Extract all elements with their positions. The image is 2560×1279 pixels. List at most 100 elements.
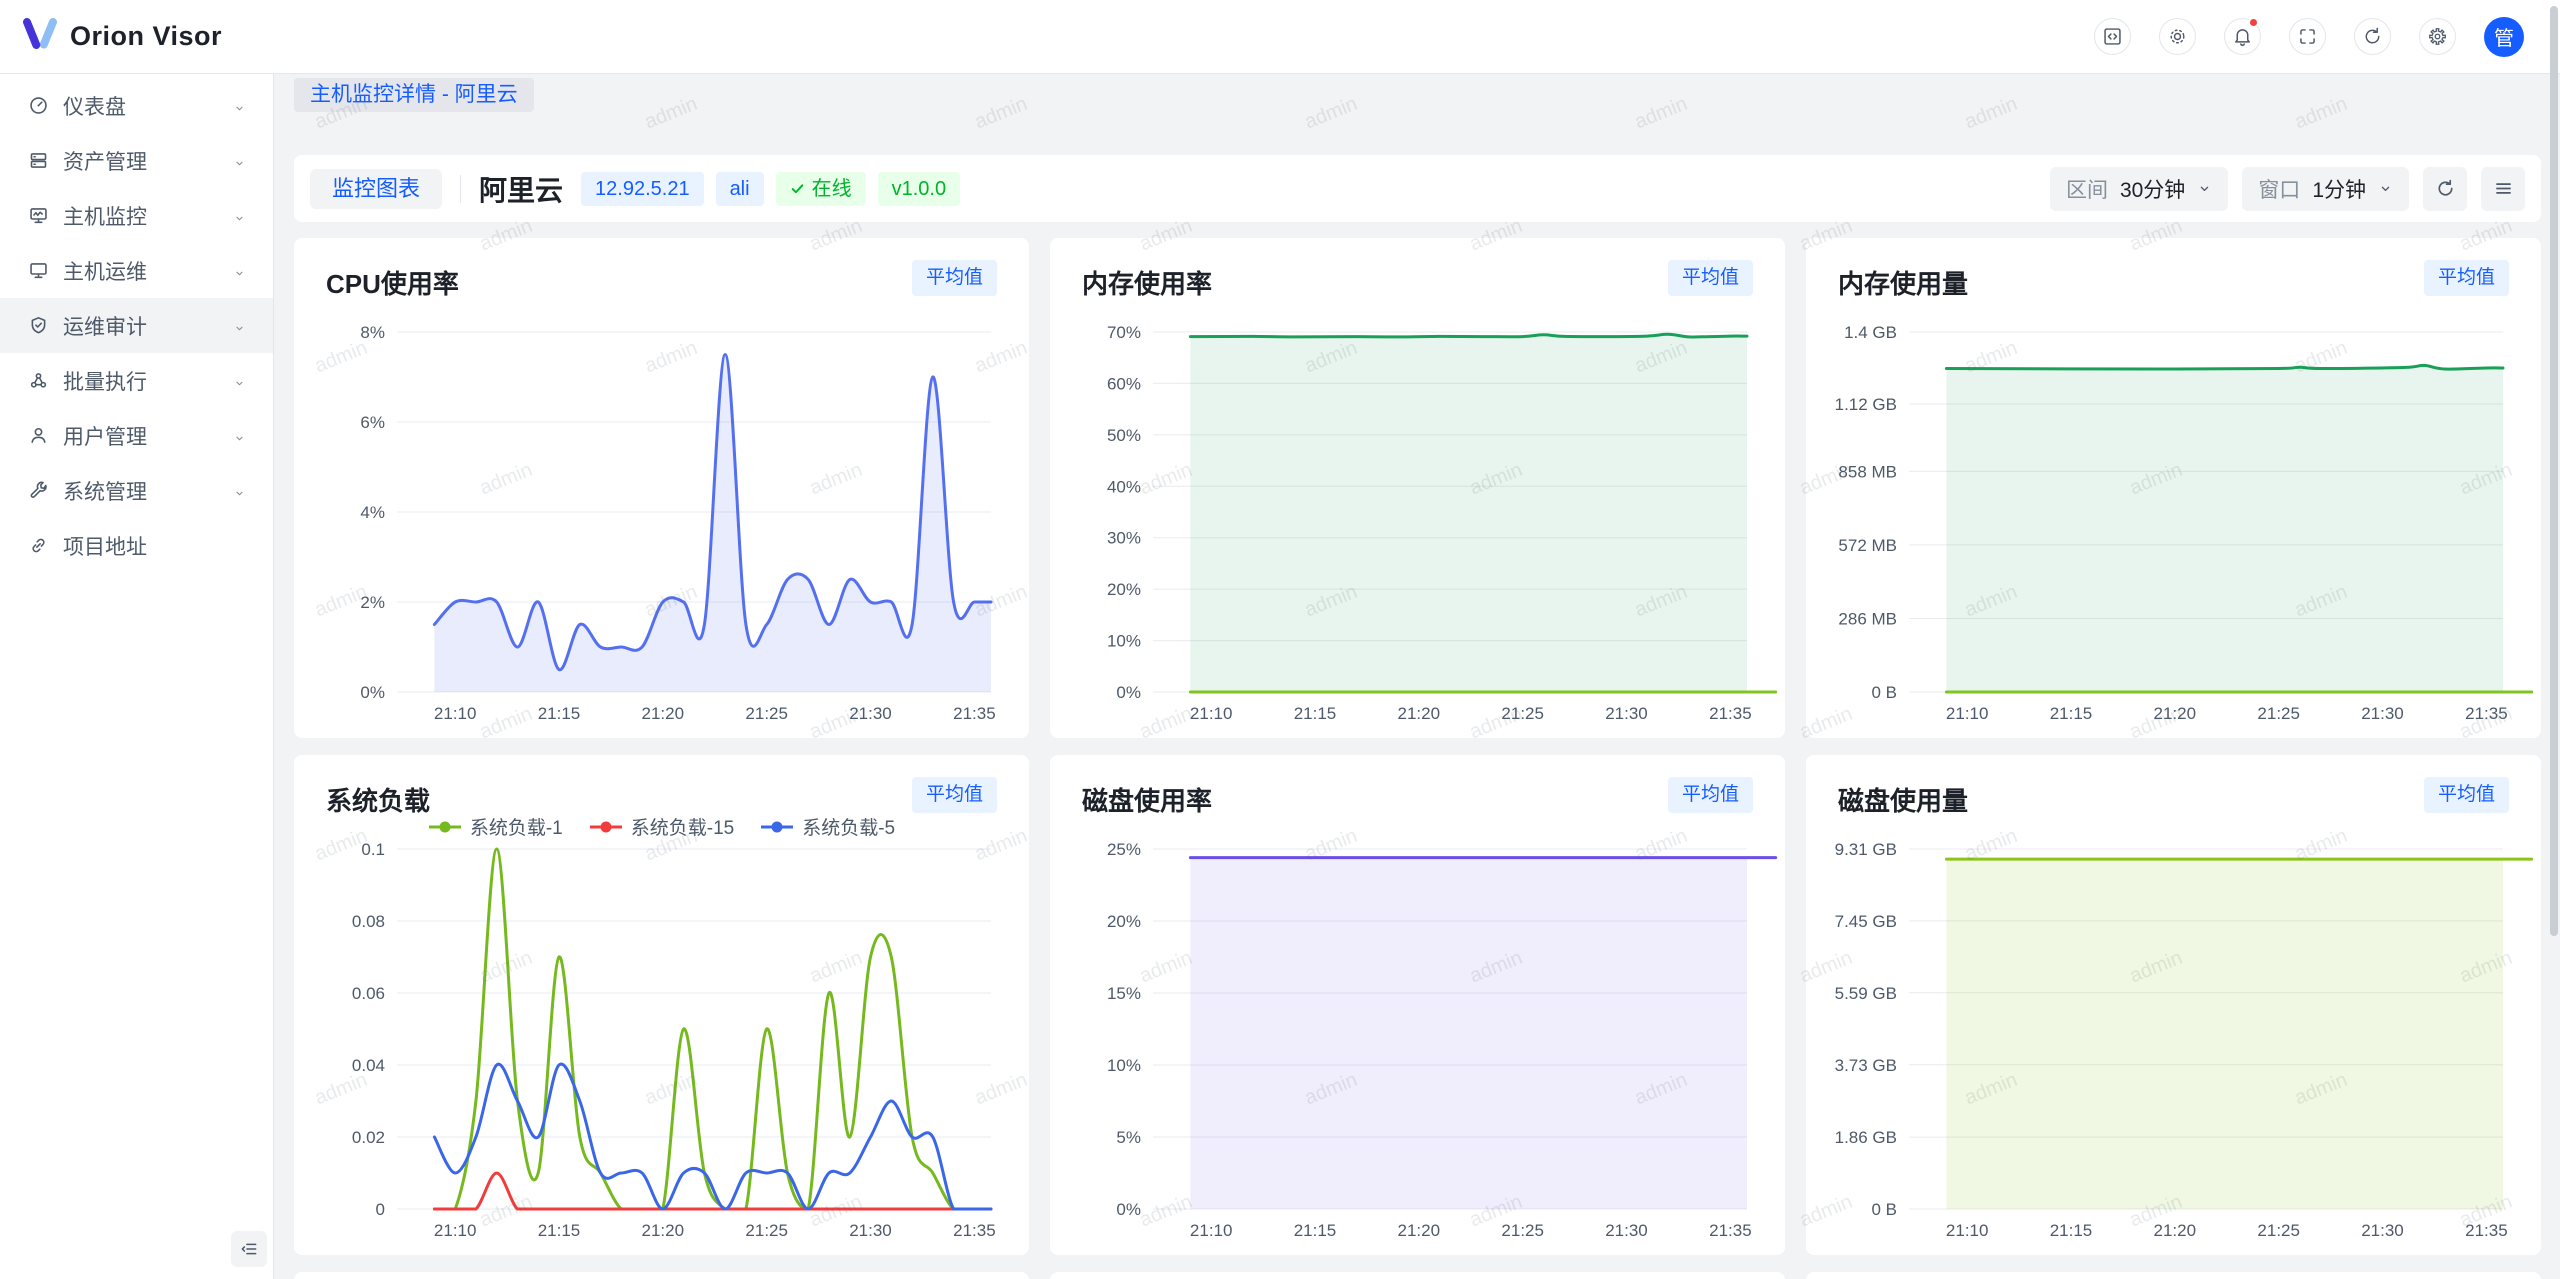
avatar[interactable]: 管: [2484, 17, 2524, 57]
sidebar-item-label: 项目地址: [63, 531, 247, 561]
sidebar-item-label: 运维审计: [63, 311, 232, 341]
y-axis-tick-label: 0%: [360, 683, 385, 702]
host-tags: 12.92.5.21ali在线v1.0.0: [581, 172, 972, 206]
page-scrollbar[interactable]: [2550, 6, 2558, 936]
chart-plot-memory-usage-amount[interactable]: 0 B286 MB572 MB858 MB1.12 GB1.4 GB21:102…: [1806, 238, 2541, 738]
chart-plot-disk-usage-rate[interactable]: 0%5%10%15%20%25%21:1021:1521:2021:2521:3…: [1050, 755, 1785, 1255]
charts-grid: CPU使用率平均值0%2%4%6%8%21:1021:1521:2021:252…: [294, 238, 2541, 1279]
settings-button[interactable]: [2419, 18, 2456, 55]
x-axis-tick-label: 21:20: [1398, 704, 1441, 723]
range-select-label: 区间: [2066, 174, 2108, 204]
sidebar-collapse-button[interactable]: [231, 1231, 267, 1267]
y-axis-tick-label: 0 B: [1871, 683, 1897, 702]
y-axis-tick-label: 20%: [1107, 580, 1141, 599]
x-axis-tick-label: 21:30: [1605, 1221, 1648, 1240]
sidebar-item-label: 主机运维: [63, 256, 232, 286]
y-axis-tick-label: 1.12 GB: [1835, 395, 1897, 414]
sidebar-item-ops-audit[interactable]: 运维审计: [0, 298, 273, 353]
sidebar-item-label: 资产管理: [63, 146, 232, 176]
y-axis-tick-label: 2%: [360, 593, 385, 612]
sidebar-item-host-monitor[interactable]: 主机监控: [0, 188, 273, 243]
x-axis-tick-label: 21:35: [1709, 1221, 1752, 1240]
x-axis-tick-label: 21:25: [1501, 1221, 1544, 1240]
x-axis-tick-label: 21:15: [538, 704, 581, 723]
host-tag-text: 在线: [812, 172, 852, 206]
chart-plot-memory-usage-rate[interactable]: 0%10%20%30%40%50%60%70%21:1021:1521:2021…: [1050, 238, 1785, 738]
chevron-down-icon: [232, 321, 247, 336]
y-axis-tick-label: 858 MB: [1838, 462, 1897, 481]
chevron-down-icon: [232, 483, 247, 498]
x-axis-tick-label: 21:30: [849, 704, 892, 723]
refresh-icon: [2435, 178, 2456, 199]
chart-plot-system-load[interactable]: 00.020.040.060.080.121:1021:1521:2021:25…: [294, 755, 1029, 1255]
chart-card-disk-usage-amount: 磁盘使用量平均值0 B1.86 GB3.73 GB5.59 GB7.45 GB9…: [1806, 755, 2541, 1255]
y-axis-tick-label: 6%: [360, 413, 385, 432]
sidebar-nav: 仪表盘资产管理主机监控主机运维运维审计批量执行用户管理系统管理项目地址: [0, 74, 273, 573]
sidebar-item-batch-exec[interactable]: 批量执行: [0, 353, 273, 408]
y-axis-tick-label: 15%: [1107, 984, 1141, 1003]
chart-card-partial: [1806, 1272, 2541, 1279]
chart-plot-cpu-usage-rate[interactable]: 0%2%4%6%8%21:1021:1521:2021:2521:3021:35: [294, 238, 1029, 738]
wrench-icon: [28, 480, 49, 501]
chevron-down-icon: [232, 373, 247, 388]
sidebar-item-assets[interactable]: 资产管理: [0, 133, 273, 188]
collapse-menu-icon: [239, 1239, 259, 1259]
tab-monitor-charts[interactable]: 监控图表: [310, 169, 442, 209]
series-line: [434, 849, 991, 1209]
x-axis-tick-label: 21:10: [1946, 1221, 1989, 1240]
brand[interactable]: Orion Visor: [22, 17, 222, 56]
code-button[interactable]: [2094, 18, 2131, 55]
y-axis-tick-label: 30%: [1107, 529, 1141, 548]
notification-badge: [2248, 17, 2259, 28]
sidebar-item-host-ops[interactable]: 主机运维: [0, 243, 273, 298]
chart-layout-button[interactable]: [2481, 167, 2525, 211]
chart-plot-disk-usage-amount[interactable]: 0 B1.86 GB3.73 GB5.59 GB7.45 GB9.31 GB21…: [1806, 755, 2541, 1255]
sidebar-item-label: 主机监控: [63, 201, 232, 231]
host-tag: 12.92.5.21: [581, 172, 704, 206]
notifications-button[interactable]: [2224, 18, 2261, 55]
x-axis-tick-label: 21:20: [2154, 1221, 2197, 1240]
sidebar-item-label: 仪表盘: [63, 91, 232, 121]
sidebar-item-label: 系统管理: [63, 476, 232, 506]
sidebar-item-dashboard[interactable]: 仪表盘: [0, 78, 273, 133]
range-select[interactable]: 区间 30分钟: [2050, 167, 2228, 211]
x-axis-tick-label: 21:35: [1709, 704, 1752, 723]
brand-name: Orion Visor: [70, 21, 222, 52]
y-axis-tick-label: 286 MB: [1838, 610, 1897, 629]
x-axis-tick-label: 21:15: [1294, 704, 1337, 723]
refresh-charts-button[interactable]: [2423, 167, 2467, 211]
sidebar-item-user-mgmt[interactable]: 用户管理: [0, 408, 273, 463]
fullscreen-button[interactable]: [2289, 18, 2326, 55]
chart-card-partial: [1050, 1272, 1785, 1279]
y-axis-tick-label: 10%: [1107, 1056, 1141, 1075]
y-axis-tick-label: 40%: [1107, 477, 1141, 496]
user-icon: [28, 425, 49, 446]
chevron-down-icon: [232, 428, 247, 443]
orion-visor-logo-icon: [22, 17, 58, 56]
y-axis-tick-label: 0: [376, 1200, 385, 1219]
theme-button[interactable]: [2159, 18, 2196, 55]
chevron-down-icon: [2378, 181, 2393, 196]
chart-card-system-load: 系统负载平均值系统负载-1系统负载-15系统负载-500.020.040.060…: [294, 755, 1029, 1255]
refresh-button[interactable]: [2354, 18, 2391, 55]
app-window: Orion Visor 管 仪表盘资产管理主机监控主机运维运维审计批量执行用户管…: [0, 0, 2560, 1279]
chevron-down-icon: [232, 318, 247, 333]
y-axis-tick-label: 5.59 GB: [1835, 984, 1897, 1003]
window-select[interactable]: 窗口 1分钟: [2242, 167, 2409, 211]
y-axis-tick-label: 0.1: [361, 840, 385, 859]
chevron-down-icon: [232, 263, 247, 278]
x-axis-tick-label: 21:15: [538, 1221, 581, 1240]
breadcrumb-tag[interactable]: 主机监控详情 - 阿里云: [294, 78, 534, 112]
divider: [460, 175, 461, 203]
sidebar-item-label: 批量执行: [63, 366, 232, 396]
sidebar-item-sys-mgmt[interactable]: 系统管理: [0, 463, 273, 518]
chevron-down-icon: [232, 153, 247, 168]
chart-card-memory-usage-amount: 内存使用量平均值0 B286 MB572 MB858 MB1.12 GB1.4 …: [1806, 238, 2541, 738]
sidebar-item-project-link[interactable]: 项目地址: [0, 518, 273, 573]
y-axis-tick-label: 0.02: [352, 1128, 385, 1147]
code-square-icon: [2102, 26, 2123, 47]
y-axis-tick-label: 50%: [1107, 426, 1141, 445]
monitor-icon: [28, 260, 49, 281]
x-axis-tick-label: 21:30: [849, 1221, 892, 1240]
chevron-down-icon: [232, 208, 247, 223]
